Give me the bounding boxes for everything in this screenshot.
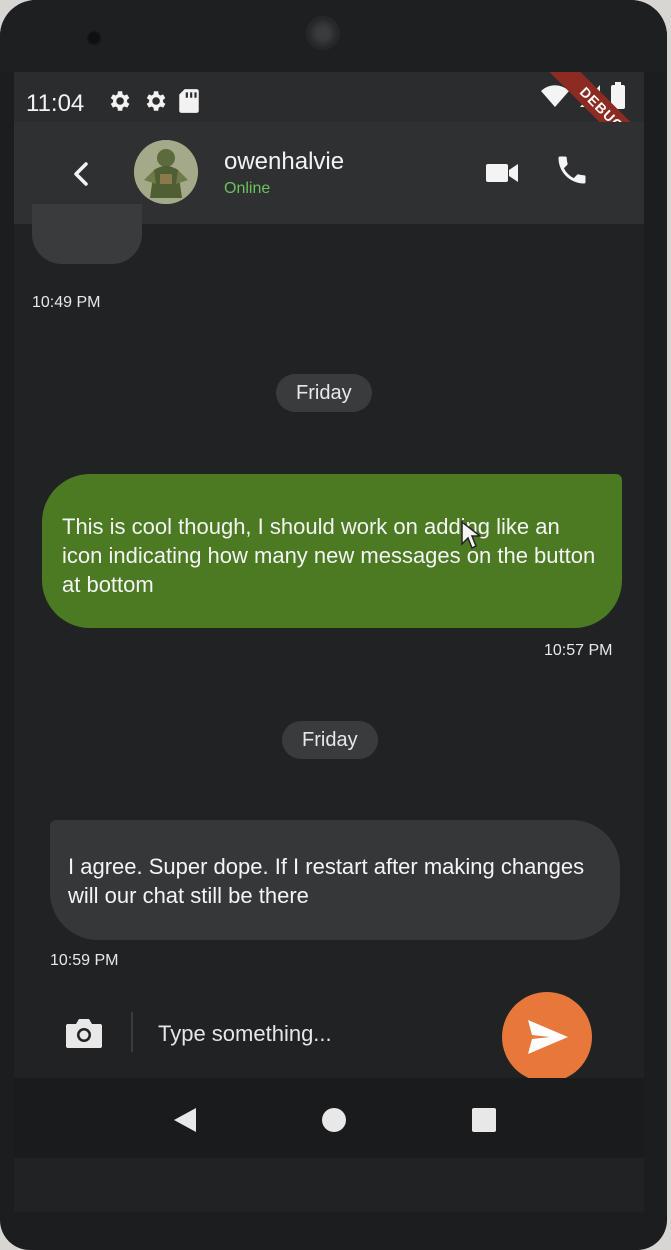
status-bar: 11:04: [14, 72, 644, 122]
message-bubble-sent[interactable]: This is cool though, I should work on ad…: [42, 474, 622, 628]
date-separator: Friday: [282, 721, 378, 759]
chevron-left-icon: [74, 162, 88, 186]
app-screen: 11:04 DEBUG owenhalvie Online 10:49 PM F…: [14, 72, 644, 1212]
contact-avatar[interactable]: [134, 140, 198, 204]
back-button[interactable]: [66, 158, 98, 190]
triangle-back-icon: [174, 1108, 196, 1132]
phone-call-button[interactable]: [554, 152, 590, 188]
gear-icon: [106, 88, 132, 119]
message-bubble-received[interactable]: [32, 204, 142, 264]
gear-icon: [142, 88, 168, 119]
video-call-icon: [486, 164, 518, 182]
phone-bezel: [0, 0, 667, 72]
sd-card-icon: [178, 88, 200, 119]
message-list[interactable]: 10:49 PM Friday This is cool though, I s…: [14, 204, 644, 992]
phone-call-icon: [558, 156, 586, 184]
message-timestamp: 10:57 PM: [544, 642, 613, 659]
front-camera: [86, 30, 102, 46]
composer-divider: [131, 1012, 133, 1052]
message-text: I agree. Super dope. If I restart after …: [68, 854, 585, 908]
camera-icon: [66, 1019, 102, 1048]
send-button[interactable]: [502, 992, 592, 1082]
video-call-button[interactable]: [484, 158, 520, 188]
contact-name: owenhalvie: [224, 148, 345, 175]
message-input[interactable]: [158, 1014, 488, 1054]
avatar-image: [134, 140, 198, 204]
message-text: This is cool though, I should work on ad…: [62, 514, 596, 597]
message-composer: [14, 992, 644, 1082]
status-time: 11:04: [26, 90, 85, 117]
nav-back-button[interactable]: [172, 1106, 198, 1139]
nav-home-button[interactable]: [322, 1108, 346, 1132]
message-timestamp: 10:59 PM: [50, 952, 119, 969]
nav-recents-button[interactable]: [472, 1108, 496, 1132]
message-timestamp: 10:49 PM: [32, 294, 101, 311]
date-separator: Friday: [276, 374, 372, 412]
contact-online-status: Online: [224, 180, 271, 197]
mouse-pointer-icon: [460, 520, 483, 555]
system-navigation-bar: [14, 1078, 644, 1158]
earpiece-speaker: [306, 16, 340, 50]
phone-frame: 11:04 DEBUG owenhalvie Online 10:49 PM F…: [0, 0, 667, 1250]
status-notification-icons: [106, 88, 200, 119]
message-bubble-received[interactable]: I agree. Super dope. If I restart after …: [50, 820, 620, 940]
camera-button[interactable]: [64, 1016, 104, 1050]
send-icon: [528, 1020, 568, 1054]
